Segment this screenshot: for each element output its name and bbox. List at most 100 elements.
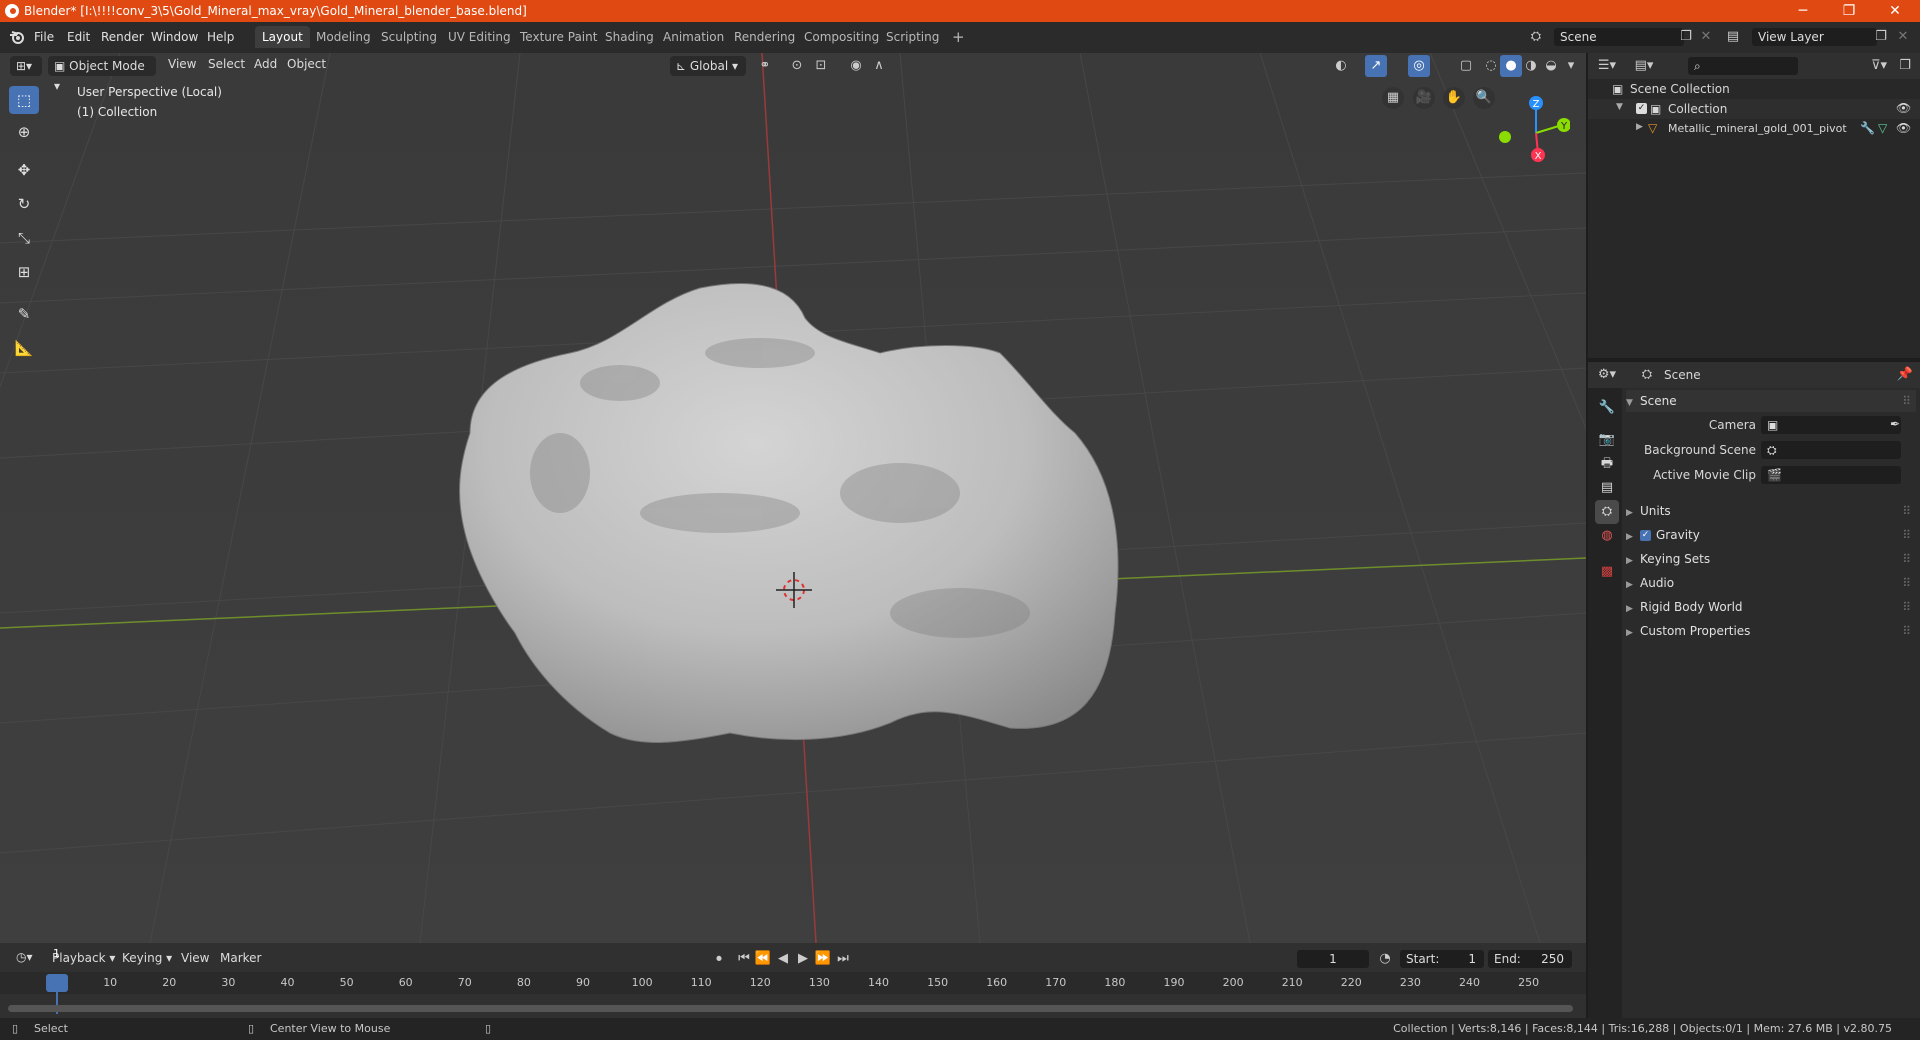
timeline-scrollbar[interactable] [8, 1005, 1573, 1012]
pivot-point-icon[interactable]: ⚭ [754, 55, 776, 77]
properties-editor-type-icon[interactable]: ⚙▾ [1596, 364, 1618, 386]
tool-tab-icon[interactable]: 🔧 [1595, 396, 1619, 420]
scene-field[interactable]: Scene [1554, 28, 1684, 46]
tab-scripting[interactable]: Scripting [879, 26, 946, 48]
tab-uv-editing[interactable]: UV Editing [441, 26, 518, 48]
tab-compositing[interactable]: Compositing [797, 26, 886, 48]
outliner-search-input[interactable]: ⌕ [1688, 57, 1798, 75]
wireframe-shading-icon[interactable]: ◌ [1480, 55, 1502, 77]
outliner-editor-type-icon[interactable]: ☰▾ [1596, 55, 1618, 77]
timeline-menu-view[interactable]: View [181, 951, 209, 965]
pan-view-icon[interactable]: ✋ [1443, 87, 1465, 109]
playhead[interactable] [46, 974, 68, 992]
scene-panel-header[interactable]: ▼ Scene ⠿ [1626, 390, 1916, 412]
view-layer-field[interactable]: View Layer [1752, 28, 1877, 46]
tab-modeling[interactable]: Modeling [309, 26, 378, 48]
end-frame-field[interactable]: End: 250 [1488, 950, 1572, 968]
frame-ruler[interactable]: 10 20 30 40 50 60 70 80 90 100 110 120 130 140 150 160 1… [0, 972, 1586, 994]
scale-tool-icon[interactable]: ⤡ [9, 224, 39, 252]
texture-tab-icon[interactable]: ▩ [1595, 560, 1619, 584]
jump-end-icon[interactable]: ⏭ [832, 948, 854, 970]
falloff-icon[interactable]: ∧ [868, 55, 890, 77]
object-mode-dropdown[interactable]: ▣ Object Mode ▾ [48, 56, 156, 93]
stopwatch-icon[interactable]: ◔ [1374, 948, 1396, 970]
prev-keyframe-icon[interactable]: ⏪ [752, 948, 774, 970]
output-tab-icon[interactable]: 🖶 [1595, 452, 1619, 476]
rendered-shading-icon[interactable]: ◒ [1540, 55, 1562, 77]
play-reverse-icon[interactable]: ◀ [772, 948, 794, 970]
gravity-panel-header[interactable]: ▶ ✓ Gravity ⠿ [1626, 524, 1916, 546]
current-frame-field[interactable]: 1 [1297, 950, 1369, 968]
gravity-checkbox[interactable]: ✓ [1640, 530, 1651, 541]
object-visibility-icon[interactable]: 👁 [1896, 121, 1911, 135]
menu-help[interactable]: Help [201, 28, 240, 46]
timeline-menu-marker[interactable]: Marker [220, 951, 261, 965]
collection-checkbox[interactable]: ✓ [1636, 103, 1647, 114]
new-view-layer-icon[interactable]: ❐ [1870, 26, 1892, 48]
add-workspace-button[interactable]: + [945, 26, 972, 48]
viewport-menu-view[interactable]: View [168, 57, 196, 71]
scene-selector-icon[interactable]: ⛭ [1525, 26, 1547, 48]
menu-file[interactable]: File [28, 28, 60, 46]
start-frame-field[interactable]: Start: 1 [1400, 950, 1484, 968]
new-scene-icon[interactable]: ❐ [1675, 26, 1697, 48]
tab-sculpting[interactable]: Sculpting [374, 26, 444, 48]
collection-visibility-icon[interactable]: 👁 [1896, 101, 1911, 115]
rotate-tool-icon[interactable]: ↻ [9, 190, 39, 218]
eyedropper-icon[interactable]: ✒ [1890, 417, 1900, 431]
play-icon[interactable]: ▶ [792, 948, 814, 970]
modifier-icon[interactable]: 🔧 [1860, 121, 1875, 135]
grid-view-icon[interactable]: ▦ [1382, 87, 1404, 109]
timeline-menu-playback[interactable]: Playback ▾ [52, 951, 115, 965]
units-panel-header[interactable]: ▶ Units ⠿ [1626, 500, 1916, 522]
viewport-menu-object[interactable]: Object [287, 57, 326, 71]
3d-viewport[interactable]: ⊞▾ ▣ Object Mode ▾ View Select Add Objec… [0, 53, 1586, 943]
snap-icon[interactable]: ⊙ [786, 55, 808, 77]
measure-tool-icon[interactable]: 📐 [9, 334, 39, 362]
select-box-tool-icon[interactable]: ⬚ [9, 86, 39, 114]
remove-scene-icon[interactable]: ✕ [1695, 26, 1717, 48]
viewport-menu-add[interactable]: Add [254, 57, 277, 71]
next-keyframe-icon[interactable]: ⏩ [812, 948, 834, 970]
filter-icon[interactable]: ⊽▾ [1868, 55, 1890, 77]
shading-options-icon[interactable]: ▾ [1560, 55, 1582, 77]
rigid-body-world-panel-header[interactable]: ▶ Rigid Body World ⠿ [1626, 596, 1916, 618]
maximize-button[interactable]: ❐ [1826, 0, 1872, 22]
visibility-icon[interactable]: ◐ [1330, 55, 1352, 77]
minimize-button[interactable]: ─ [1780, 0, 1826, 22]
outliner-row-object[interactable]: ▶ ▽ Metallic_mineral_gold_001_pivot 🔧 ▽ … [1588, 119, 1920, 139]
audio-panel-header[interactable]: ▶ Audio ⠿ [1626, 572, 1916, 594]
camera-view-icon[interactable]: 🎥 [1413, 87, 1435, 109]
timeline-editor[interactable]: ◷▾ Playback ▾ Keying ▾ View Marker ⏺ ⏮ ⏪… [0, 943, 1586, 1018]
tab-shading[interactable]: Shading [598, 26, 661, 48]
view-layer-icon[interactable]: ▤ [1722, 26, 1744, 48]
background-scene-field[interactable]: ⛭ [1761, 441, 1901, 459]
menu-window[interactable]: Window [145, 28, 204, 46]
outliner[interactable]: ☰▾ ▤▾ ⌕ ⊽▾ ❐ ▣ Scene Collection ▼ ✓ ▣ Co… [1588, 53, 1920, 358]
blender-menu-icon[interactable] [9, 29, 25, 45]
outliner-row-scene-collection[interactable]: ▣ Scene Collection [1588, 79, 1920, 99]
world-tab-icon[interactable]: ◍ [1595, 524, 1619, 548]
axis-navigation-gizmo[interactable]: Z Y X [1490, 93, 1570, 163]
outliner-row-collection[interactable]: ▼ ✓ ▣ Collection 👁 [1588, 99, 1920, 119]
keying-sets-panel-header[interactable]: ▶ Keying Sets ⠿ [1626, 548, 1916, 570]
gizmo-toggle-icon[interactable]: ↗ [1365, 55, 1387, 77]
menu-edit[interactable]: Edit [61, 28, 96, 46]
pin-icon[interactable]: 📌 [1894, 364, 1916, 386]
mesh-data-icon[interactable]: ▽ [1878, 121, 1887, 135]
overlays-toggle-icon[interactable]: ◎ [1408, 55, 1430, 77]
expand-arrow-icon[interactable]: ▼ [1616, 102, 1623, 112]
cursor-tool-icon[interactable]: ⊕ [9, 118, 39, 146]
view-layer-tab-icon[interactable]: ▤ [1595, 476, 1619, 500]
transform-orientation-dropdown[interactable]: ⊾ Global ▾ [670, 56, 746, 76]
new-collection-icon[interactable]: ❐ [1894, 55, 1916, 77]
record-icon[interactable]: ⏺ [708, 948, 730, 970]
active-movie-clip-field[interactable]: 🎬 [1761, 466, 1901, 484]
editor-type-button[interactable]: ⊞▾ [10, 56, 42, 76]
timeline-editor-type-button[interactable]: ◷▾ [10, 947, 40, 967]
proportional-edit-icon[interactable]: ◉ [845, 55, 867, 77]
object-expand-arrow-icon[interactable]: ▶ [1636, 122, 1643, 132]
display-mode-icon[interactable]: ▤▾ [1633, 55, 1655, 77]
scene-tab-icon[interactable]: ⛭ [1595, 500, 1619, 524]
material-shading-icon[interactable]: ◑ [1520, 55, 1542, 77]
